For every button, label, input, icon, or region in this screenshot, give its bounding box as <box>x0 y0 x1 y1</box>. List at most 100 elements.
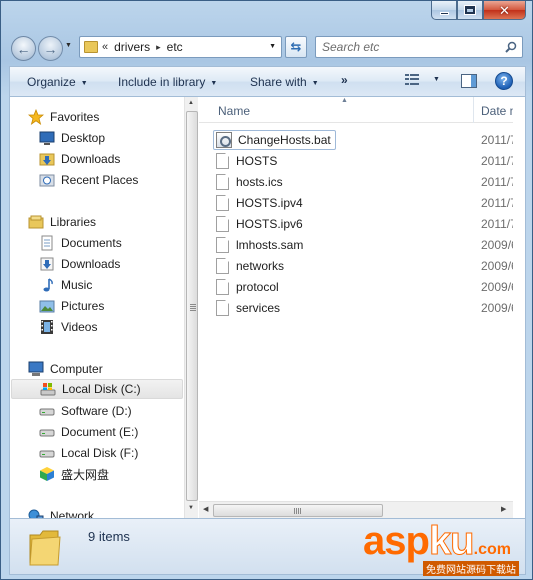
nav-item-netdisk[interactable]: 盛大网盘 <box>39 464 109 484</box>
nav-item-desktop[interactable]: Desktop <box>39 128 105 148</box>
share-with-button[interactable]: Share with ▼ <box>250 75 319 89</box>
nav-libraries[interactable]: Libraries <box>28 212 96 232</box>
address-dropdown-icon[interactable]: ▼ <box>269 43 276 50</box>
document-icon <box>216 236 229 253</box>
nav-item-recent-places[interactable]: Recent Places <box>39 170 138 190</box>
watermark-subtitle: 免费网站源码下载站 <box>423 561 519 576</box>
refresh-button[interactable]: ⇆ <box>285 36 307 58</box>
breadcrumb-etc[interactable]: etc <box>167 40 183 54</box>
file-row[interactable]: lmhosts.sam 2009/6/1 <box>216 234 525 255</box>
nav-item-videos[interactable]: Videos <box>39 317 97 337</box>
drive-icon <box>39 429 55 437</box>
close-icon: ✕ <box>499 2 510 18</box>
file-name: services <box>236 300 281 315</box>
document-icon <box>216 194 229 211</box>
file-row[interactable]: HOSTS.ipv4 2011/7/1 <box>216 192 525 213</box>
share-label: Share with <box>250 75 307 89</box>
more-commands-button[interactable]: » <box>341 73 348 87</box>
file-row[interactable]: HOSTS.ipv6 2011/7/1 <box>216 213 525 234</box>
scroll-right-arrow-icon[interactable]: ▶ <box>501 505 506 513</box>
file-name: HOSTS.ipv4 <box>236 195 303 210</box>
film-strip-icon <box>41 320 53 334</box>
column-name[interactable]: Name <box>218 104 250 118</box>
forward-button[interactable]: → <box>38 36 63 61</box>
nav-network-label: Network <box>50 509 95 518</box>
nav-item-local-disk-f[interactable]: Local Disk (F:) <box>39 443 138 463</box>
file-row[interactable]: protocol 2009/6/1 <box>216 276 525 297</box>
breadcrumb-separator-icon[interactable]: ▸ <box>156 42 161 53</box>
nav-item-software-d[interactable]: Software (D:) <box>39 401 132 421</box>
maximize-icon <box>465 6 475 14</box>
file-name: HOSTS <box>236 153 278 168</box>
file-row[interactable]: services 2009/6/1 <box>216 297 525 318</box>
nav-favorites-label: Favorites <box>50 110 100 124</box>
search-icon[interactable] <box>505 41 517 53</box>
drive-icon <box>39 450 55 458</box>
scroll-up-arrow-icon[interactable]: ▲ <box>188 100 194 106</box>
organize-button[interactable]: Organize ▼ <box>27 75 88 89</box>
nav-computer-label: Computer <box>50 362 103 376</box>
recent-pages-dropdown[interactable]: ▼ <box>65 42 72 49</box>
music-note-icon <box>43 278 53 292</box>
nav-favorites[interactable]: Favorites <box>28 107 99 127</box>
nav-item-documents[interactable]: Documents <box>39 233 122 253</box>
document-icon <box>216 173 229 190</box>
file-row[interactable]: HOSTS 2011/7/1 <box>216 150 525 171</box>
change-view-button[interactable]: ▼ <box>405 74 440 85</box>
nav-item-label: Software (D:) <box>61 404 132 418</box>
nav-item-label: Documents <box>61 236 122 250</box>
file-name: networks <box>236 258 285 273</box>
minimize-icon <box>439 11 449 15</box>
nav-item-label: Downloads <box>61 152 121 166</box>
file-row[interactable]: ChangeHosts.bat 2011/7/1 <box>213 129 525 150</box>
help-button[interactable]: ? <box>495 72 513 90</box>
nav-item-music[interactable]: Music <box>39 275 92 295</box>
nav-item-label: 盛大网盘 <box>61 467 110 482</box>
drive-icon <box>39 408 55 416</box>
help-icon: ? <box>500 74 508 88</box>
nav-item-label: Music <box>61 278 93 292</box>
nav-item-downloads[interactable]: Downloads <box>39 149 120 169</box>
back-arrow-icon: ← <box>16 40 31 57</box>
refresh-icon: ⇆ <box>290 39 302 54</box>
command-bar: Organize ▼ Include in library ▼ Share with… <box>9 66 526 96</box>
desktop-icon <box>39 131 55 145</box>
column-divider[interactable] <box>473 97 474 123</box>
scrollbar-thumb[interactable] <box>186 111 198 501</box>
preview-pane-button[interactable] <box>461 74 477 88</box>
address-overflow-chevron[interactable]: « <box>102 41 108 53</box>
nav-item-library-downloads[interactable]: Downloads <box>39 254 120 274</box>
star-icon <box>28 109 44 125</box>
folder-icon <box>84 41 98 53</box>
minimize-button[interactable] <box>431 1 457 20</box>
breadcrumb-drivers[interactable]: drivers <box>114 40 150 54</box>
nav-item-local-disk-c[interactable]: Local Disk (C:) <box>11 379 183 399</box>
vertical-scroll-gutter <box>513 97 525 518</box>
sort-ascending-icon: ▲ <box>341 97 348 104</box>
scrollbar-thumb[interactable] <box>213 504 383 517</box>
downloads-icon <box>40 257 54 271</box>
nav-item-label: Pictures <box>61 299 105 313</box>
chevron-down-icon: ▼ <box>210 80 218 87</box>
downloads-folder-icon <box>39 153 55 166</box>
nav-computer[interactable]: Computer <box>28 359 103 379</box>
column-header: ▲ Name Date mod <box>199 97 525 123</box>
folder-icon <box>29 530 61 566</box>
include-in-library-button[interactable]: Include in library ▼ <box>118 75 217 89</box>
back-button[interactable]: ← <box>11 36 36 61</box>
chevron-down-icon: ▼ <box>311 80 319 87</box>
nav-item-document-e[interactable]: Document (E:) <box>39 422 138 442</box>
nav-network[interactable]: Network <box>28 506 94 518</box>
file-row[interactable]: hosts.ics 2011/7/1 <box>216 171 525 192</box>
scroll-left-arrow-icon[interactable]: ◀ <box>203 505 208 513</box>
maximize-button[interactable] <box>457 1 483 20</box>
address-bar[interactable]: « drivers ▸ etc ▼ <box>79 36 282 58</box>
navigation-scrollbar[interactable]: ▲ ▼ <box>184 97 198 518</box>
file-row[interactable]: networks 2009/6/1 <box>216 255 525 276</box>
search-input[interactable] <box>316 37 496 57</box>
netdisk-cube-icon <box>40 467 54 481</box>
nav-item-pictures[interactable]: Pictures <box>39 296 104 316</box>
scroll-down-arrow-icon[interactable]: ▼ <box>188 505 194 511</box>
close-button[interactable]: ✕ <box>483 1 526 20</box>
horizontal-scrollbar[interactable]: ◀ ▶ <box>199 501 513 518</box>
